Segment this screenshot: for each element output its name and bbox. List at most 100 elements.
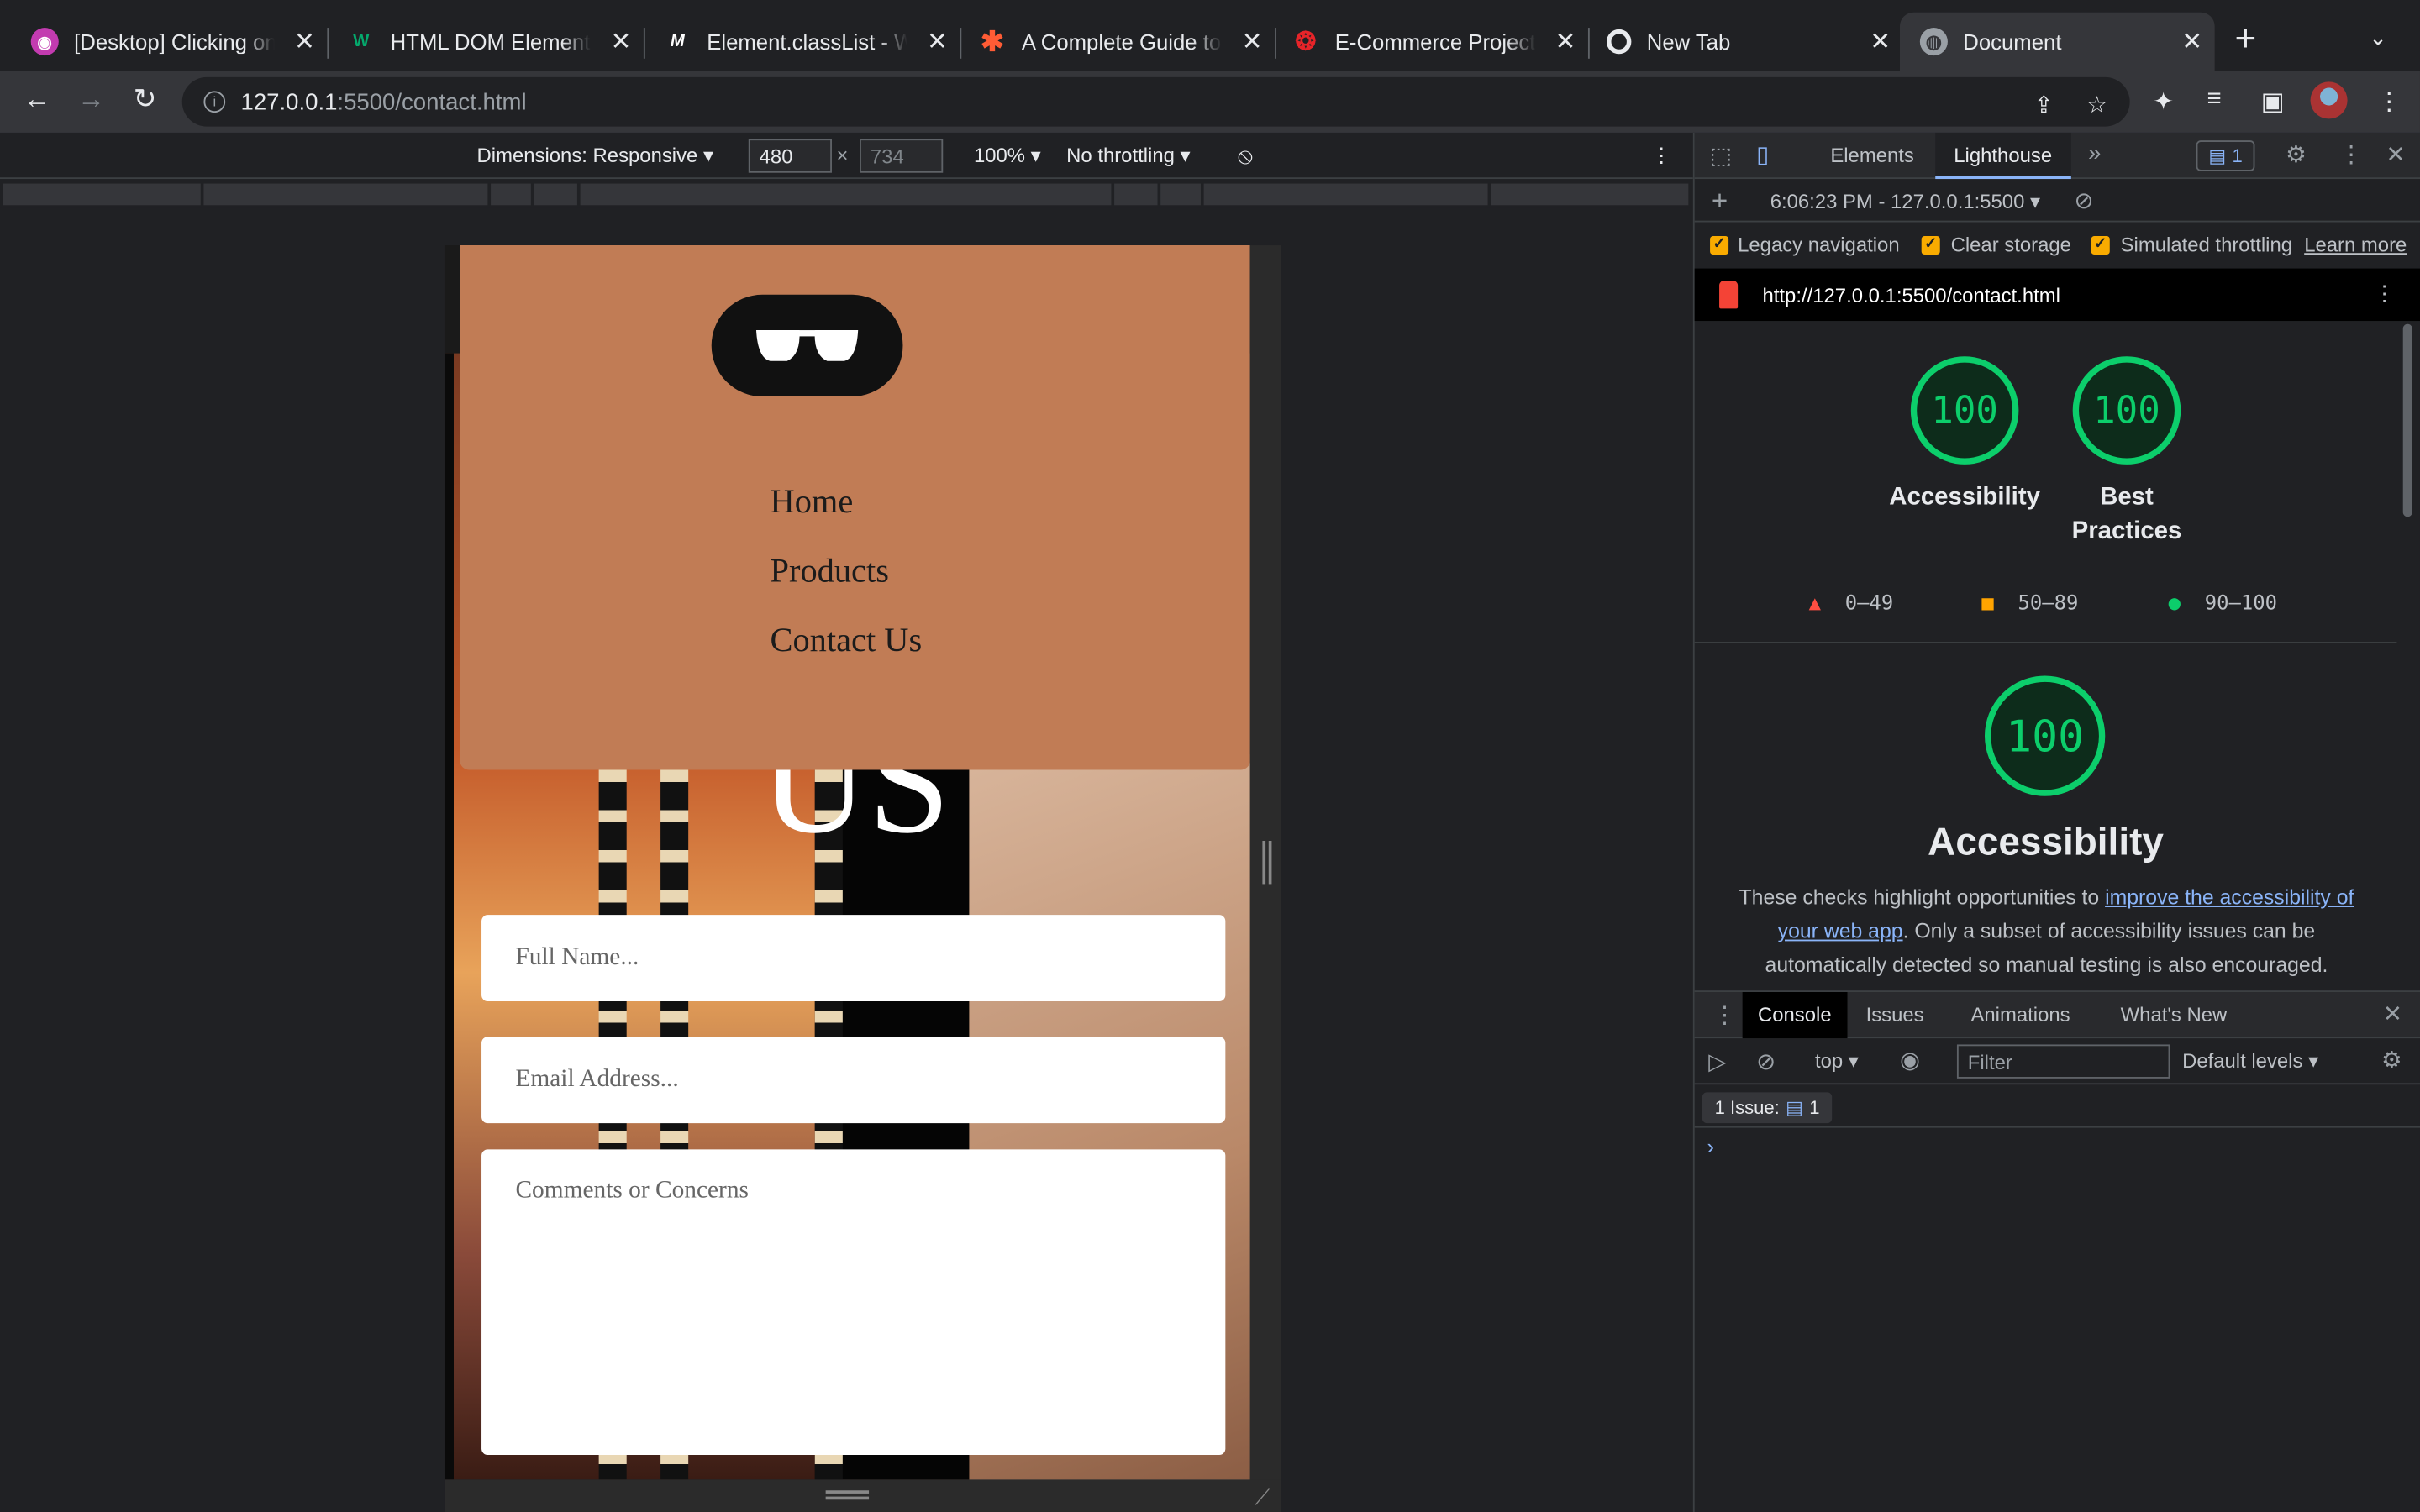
forward-button[interactable]: → — [72, 83, 109, 116]
console-settings-icon[interactable]: ⚙ — [2381, 1046, 2402, 1074]
report-scrollbar[interactable] — [2400, 323, 2415, 988]
report-menu-icon[interactable]: ⋮ — [2374, 281, 2396, 307]
inspect-icon[interactable]: ⬚ — [1710, 142, 1732, 170]
address-bar[interactable]: i 127.0.0.1:5500/contact.html ⇪ ☆ — [182, 76, 2130, 127]
tab-console[interactable]: Console — [1742, 991, 1847, 1039]
media-query-bar[interactable] — [0, 180, 1693, 208]
tab-lighthouse[interactable]: Lighthouse — [1935, 132, 2071, 180]
lighthouse-icon — [1719, 281, 1739, 309]
tab-elements[interactable]: Elements — [1830, 144, 1914, 167]
resize-handle-bottom[interactable] — [825, 1490, 870, 1500]
w3schools-icon: W — [353, 32, 370, 51]
comments-field[interactable] — [481, 1149, 1226, 1456]
url-path: :5500/contact.html — [337, 88, 527, 115]
close-drawer-icon[interactable]: ✕ — [2383, 1000, 2402, 1027]
url-host: 127.0.0.1 — [240, 88, 338, 115]
sunglasses-logo-icon[interactable] — [711, 294, 903, 397]
settings-gear-icon[interactable]: ⚙ — [2286, 140, 2307, 168]
close-icon[interactable]: ✕ — [1242, 26, 1263, 57]
browser-tab-active[interactable]: ◍ Document ✕ — [1899, 12, 2215, 71]
chevron-down-icon[interactable]: ⌄ — [2369, 24, 2387, 50]
clear-storage-checkbox[interactable]: ✓ — [1921, 236, 1940, 255]
clear-console-icon[interactable]: ⊘ — [1756, 1047, 1776, 1075]
tab-animations[interactable]: Animations — [1970, 1003, 2070, 1026]
times-icon: × — [836, 143, 849, 167]
best-practices-score-gauge[interactable]: 100 — [2072, 356, 2181, 465]
width-input[interactable] — [748, 139, 832, 173]
device-toggle-icon[interactable]: ▯ — [1756, 140, 1769, 168]
resize-handle-right[interactable] — [1262, 841, 1272, 885]
sidebar-toggle-icon[interactable]: ▷ — [1708, 1047, 1726, 1075]
close-icon[interactable]: ✕ — [611, 26, 632, 57]
nav-link-home[interactable]: Home — [771, 481, 854, 522]
devtools-tabbar: ⬚ ▯ Elements Lighthouse » ▤ 1 ⚙ ⋮ ✕ — [1694, 132, 2420, 180]
close-icon[interactable]: ✕ — [294, 26, 315, 57]
resize-corner-icon[interactable]: ⟋ — [1255, 1484, 1270, 1510]
browser-tab[interactable]: ❂ E-Commerce Project ✕ — [1261, 13, 1590, 71]
tab-strip: ◉ [Desktop] Clicking on ✕ W HTML DOM Ele… — [0, 0, 2420, 71]
rotate-icon[interactable]: ⦸ — [1238, 144, 1253, 170]
report-selector[interactable]: 6:06:23 PM - 127.0.0.1:5500 ▾ — [1770, 190, 2040, 214]
star-icon[interactable]: ☆ — [2086, 91, 2107, 118]
nav-link-products[interactable]: Products — [771, 551, 889, 591]
new-report-icon[interactable]: + — [1712, 185, 1728, 218]
share-icon[interactable]: ⇪ — [2034, 91, 2054, 118]
tab-issues[interactable]: Issues — [1866, 1003, 1924, 1026]
console-prompt-icon[interactable]: › — [1707, 1134, 1714, 1158]
reload-button[interactable]: ↻ — [127, 83, 164, 116]
issues-badge[interactable]: ▤ 1 — [2196, 140, 2255, 171]
legacy-navigation-checkbox[interactable]: ✓ — [1710, 236, 1729, 255]
back-button[interactable]: ← — [18, 83, 55, 116]
clear-icon[interactable]: ⊘ — [2075, 186, 2094, 214]
console-filter-input[interactable] — [1956, 1044, 2170, 1079]
eye-icon[interactable]: ◉ — [1900, 1046, 1920, 1074]
report-url-bar: http://127.0.0.1:5500/contact.html ⋮ — [1694, 268, 2420, 322]
browser-tab[interactable]: W HTML DOM Element a ✕ — [317, 13, 645, 71]
legend-fail: ▲ 0–49 — [1808, 592, 1894, 616]
tab-whats-new[interactable]: What's New — [2121, 1003, 2228, 1026]
lighthouse-options: ✓ Legacy navigation ✓ Clear storage ✓ Si… — [1695, 222, 2420, 268]
canvas-icon: ❂ — [1295, 29, 1317, 56]
browser-menu-icon[interactable]: ⋮ — [2377, 87, 2402, 118]
console-toolbar: ▷ ⊘ top ▾ ◉ Default levels ▾ ⚙ — [1694, 1038, 2420, 1085]
section-title: Accessibility — [1928, 821, 2164, 864]
throttling-dropdown[interactable]: No throttling ▾ — [1066, 144, 1190, 168]
height-input[interactable] — [860, 139, 944, 173]
message-icon: ▤ — [1786, 1096, 1803, 1119]
nav-link-contact[interactable]: Contact Us — [771, 620, 923, 660]
device-toolbar: Dimensions: Responsive ▾ × 100% ▾ No thr… — [0, 132, 1693, 180]
close-icon[interactable]: ✕ — [1555, 26, 1576, 57]
browser-tab[interactable]: M Element.classList - W ✕ — [633, 13, 962, 71]
context-selector[interactable]: top ▾ — [1815, 1049, 1859, 1074]
full-name-field[interactable] — [481, 915, 1226, 1002]
extensions-icon[interactable]: ✦ — [2153, 87, 2174, 118]
issues-link[interactable]: 1 Issue: ▤ 1 — [1702, 1092, 1833, 1124]
more-tabs-icon[interactable]: » — [2088, 140, 2101, 166]
more-options-icon[interactable]: ⋮ — [1651, 144, 1671, 168]
close-devtools-icon[interactable]: ✕ — [2386, 140, 2406, 168]
close-icon[interactable]: ✕ — [927, 26, 948, 57]
media-icon[interactable]: ≡ — [2207, 87, 2221, 114]
legend-average: ■ 50–89 — [1981, 592, 2079, 616]
learn-more-link[interactable]: Learn more — [2304, 233, 2407, 256]
profile-avatar[interactable] — [2310, 81, 2348, 119]
close-icon[interactable]: ✕ — [2181, 26, 2202, 57]
browser-tab[interactable]: ◉ [Desktop] Clicking on ✕ — [0, 13, 329, 71]
info-icon[interactable]: i — [203, 91, 226, 113]
new-tab-button[interactable]: + — [2235, 21, 2257, 59]
lighthouse-toolbar: + 6:06:23 PM - 127.0.0.1:5500 ▾ ⊘ — [1694, 179, 2420, 223]
email-field[interactable] — [481, 1037, 1226, 1124]
accessibility-score-gauge[interactable]: 100 — [1910, 356, 2019, 465]
drawer-menu-icon[interactable]: ⋮ — [1713, 1001, 1737, 1029]
score-label: Accessibility — [1889, 484, 2040, 511]
browser-tab[interactable]: New Tab ✕ — [1576, 13, 1902, 71]
dimensions-dropdown[interactable]: Dimensions: Responsive ▾ — [477, 144, 713, 168]
globe-icon: ◍ — [1919, 28, 1948, 56]
devtools-menu-icon[interactable]: ⋮ — [2339, 140, 2363, 168]
side-panel-icon[interactable]: ▣ — [2261, 87, 2285, 118]
browser-tab[interactable]: ✱ A Complete Guide to ✕ — [948, 13, 1276, 71]
simulated-throttling-checkbox[interactable]: ✓ — [2091, 236, 2110, 255]
zoom-dropdown[interactable]: 100% ▾ — [974, 144, 1041, 168]
close-icon[interactable]: ✕ — [1870, 26, 1891, 57]
log-levels-dropdown[interactable]: Default levels ▾ — [2182, 1049, 2318, 1074]
